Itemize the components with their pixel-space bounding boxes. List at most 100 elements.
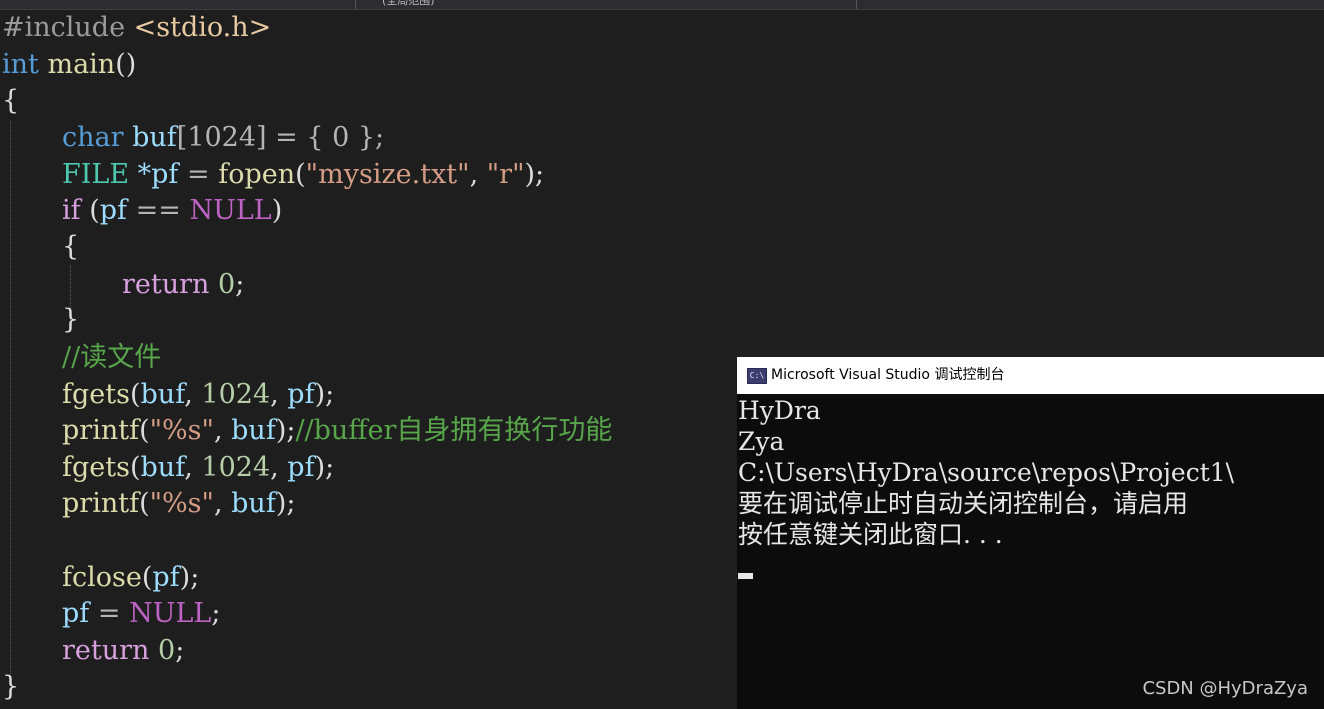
punctuation: ) bbox=[271, 195, 283, 226]
console-titlebar[interactable]: C:\ Microsoft Visual Studio 调试控制台 bbox=[737, 357, 1324, 394]
type-name: FILE bbox=[62, 159, 130, 190]
punctuation: { bbox=[62, 231, 80, 262]
punctuation: ( bbox=[129, 379, 141, 410]
scope-dropdown-label: (全局范围) bbox=[382, 0, 435, 7]
code-line-printf-1: printf("%s", buf);//buffer自身拥有换行功能 bbox=[62, 413, 612, 449]
punctuation: , bbox=[184, 452, 202, 483]
punctuation: () bbox=[115, 49, 137, 80]
variable: buf bbox=[231, 488, 276, 519]
punctuation: , bbox=[184, 379, 202, 410]
console-cursor bbox=[738, 573, 753, 579]
punctuation: ; bbox=[211, 598, 221, 629]
code-line-fgets-2: fgets(buf, 1024, pf); bbox=[62, 450, 334, 486]
number-literal: 0 bbox=[158, 635, 176, 666]
keyword: return bbox=[122, 269, 210, 300]
code-line-fgets-1: fgets(buf, 1024, pf); bbox=[62, 377, 334, 413]
code-line-return-inner: return 0; bbox=[122, 267, 244, 303]
punctuation: ( bbox=[141, 562, 153, 593]
macro: NULL bbox=[129, 598, 212, 629]
keyword: char bbox=[62, 122, 124, 153]
keyword: if bbox=[62, 195, 81, 226]
variable: *pf bbox=[137, 159, 179, 190]
number-literal: 1024 bbox=[201, 452, 271, 483]
punctuation: , bbox=[213, 488, 232, 519]
code-line-if-brace-open: { bbox=[62, 229, 79, 265]
variable: pf bbox=[62, 598, 90, 629]
debug-console-window[interactable]: C:\ Microsoft Visual Studio 调试控制台 HyDra … bbox=[737, 357, 1324, 709]
variable: pf bbox=[287, 452, 315, 483]
code-line-buf-decl: char buf[1024] = { 0 }; bbox=[62, 120, 384, 156]
array-size: [1024] bbox=[176, 122, 267, 153]
punctuation: ( bbox=[139, 488, 150, 519]
code-line-printf-2: printf("%s", buf); bbox=[62, 486, 295, 522]
keyword: return bbox=[62, 635, 150, 666]
keyword: int bbox=[2, 49, 39, 80]
number-literal: 1024 bbox=[201, 379, 271, 410]
punctuation: ; bbox=[175, 635, 185, 666]
punctuation: ( bbox=[80, 195, 100, 226]
console-output-line: 要在调试停止时自动关闭控制台，请启用 bbox=[738, 489, 1189, 518]
punctuation: ); bbox=[524, 159, 545, 190]
macro: NULL bbox=[189, 195, 272, 226]
punctuation: { bbox=[2, 85, 20, 116]
string-literal: "%s" bbox=[149, 488, 214, 519]
operator: = bbox=[89, 598, 130, 629]
variable: buf bbox=[231, 415, 276, 446]
variable: pf bbox=[152, 562, 180, 593]
watermark: CSDN @HyDraZya bbox=[1142, 678, 1308, 699]
punctuation: ); bbox=[314, 452, 335, 483]
function-name: fopen bbox=[218, 159, 296, 190]
function-name: fgets bbox=[62, 379, 130, 410]
console-title: Microsoft Visual Studio 调试控制台 bbox=[771, 367, 1005, 383]
console-output-line: Zya bbox=[738, 427, 785, 456]
punctuation: } bbox=[62, 304, 80, 335]
code-line-comment-read: //读文件 bbox=[62, 340, 161, 376]
punctuation: } bbox=[2, 671, 20, 702]
code-line-fclose: fclose(pf); bbox=[62, 560, 199, 596]
console-output-line: C:\Users\HyDra\source\repos\Project1\ bbox=[738, 458, 1235, 487]
code-line-fopen: FILE *pf = fopen("mysize.txt", "r"); bbox=[62, 157, 544, 193]
variable: buf bbox=[132, 122, 177, 153]
punctuation: , bbox=[469, 159, 487, 190]
string-literal: "%s" bbox=[149, 415, 214, 446]
operator: == bbox=[127, 195, 190, 226]
variable: pf bbox=[99, 195, 128, 226]
variable: buf bbox=[140, 379, 185, 410]
punctuation: ( bbox=[139, 415, 150, 446]
code-line-main-signature: int main() bbox=[2, 47, 136, 83]
console-app-icon: C:\ bbox=[747, 368, 767, 384]
string-literal: "r" bbox=[486, 159, 525, 190]
comment: //buffer自身拥有换行功能 bbox=[295, 415, 613, 446]
member-dropdown[interactable] bbox=[856, 0, 1324, 9]
punctuation: ( bbox=[129, 452, 141, 483]
punctuation: ); bbox=[314, 379, 335, 410]
punctuation: ); bbox=[275, 415, 296, 446]
code-line-include: #include <stdio.h> bbox=[2, 10, 271, 46]
console-output-line: HyDra bbox=[738, 396, 821, 425]
punctuation: ( bbox=[295, 159, 306, 190]
punctuation: , bbox=[270, 379, 288, 410]
variable: pf bbox=[287, 379, 315, 410]
include-header: <stdio.h> bbox=[133, 12, 272, 43]
function-name: printf bbox=[62, 488, 140, 519]
punctuation: ); bbox=[275, 488, 296, 519]
code-line-brace-open: { bbox=[2, 83, 19, 119]
function-name: fclose bbox=[62, 562, 142, 593]
screen: (全局范围) #include <stdio.h> int main() { c… bbox=[0, 0, 1324, 709]
punctuation: ); bbox=[179, 562, 200, 593]
code-line-pf-null: pf = NULL; bbox=[62, 596, 220, 632]
code-line-brace-close: } bbox=[2, 669, 19, 705]
operator: = bbox=[178, 159, 219, 190]
function-name: main bbox=[47, 49, 116, 80]
function-name: fgets bbox=[62, 452, 130, 483]
punctuation: , bbox=[213, 415, 232, 446]
preprocessor-directive: #include bbox=[2, 12, 126, 43]
editor-tab-bar: (全局范围) bbox=[0, 0, 1324, 10]
comment: //读文件 bbox=[62, 342, 162, 373]
code-line-if-brace-close: } bbox=[62, 302, 79, 338]
operator: = bbox=[266, 122, 307, 153]
function-name: printf bbox=[62, 415, 140, 446]
scope-dropdown[interactable]: (全局范围) bbox=[355, 0, 851, 9]
punctuation: , bbox=[270, 452, 288, 483]
variable: buf bbox=[140, 452, 185, 483]
